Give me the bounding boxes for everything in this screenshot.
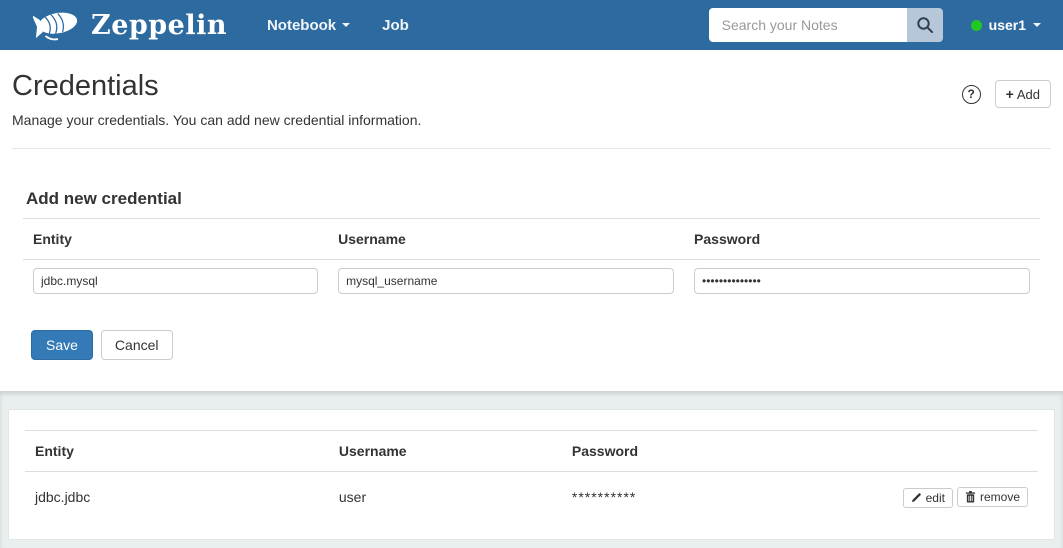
edit-button[interactable]: edit (903, 488, 953, 508)
user-name: user1 (989, 17, 1026, 33)
table-column-actions (846, 431, 1039, 472)
navbar-menu: Notebook Job (251, 3, 425, 48)
entity-field[interactable] (33, 268, 318, 294)
table-column-password: Password (562, 431, 846, 472)
page-subtitle: Manage your credentials. You can add new… (12, 112, 421, 128)
remove-button-label: remove (980, 490, 1020, 504)
edit-button-label: edit (926, 491, 945, 505)
navbar-right: user1 (709, 8, 1045, 42)
user-menu[interactable]: user1 (971, 17, 1041, 33)
page-header: Credentials Manage your credentials. You… (12, 62, 1051, 128)
search-group (709, 8, 943, 42)
remove-button[interactable]: remove (957, 487, 1028, 507)
table-row: jdbc.jdbc user ********** edit (25, 472, 1038, 523)
search-input[interactable] (709, 8, 907, 42)
plus-icon: + (1006, 86, 1014, 102)
header-divider (12, 148, 1051, 149)
help-icon[interactable]: ? (962, 85, 981, 104)
notebook-menu-label: Notebook (267, 17, 336, 34)
zeppelin-brand[interactable]: Zeppelin (33, 6, 227, 44)
form-table: Entity Username Password (23, 218, 1040, 302)
page-header-actions: ? + Add (962, 80, 1051, 108)
credentials-table: Entity Username Password jdbc.jdbc user … (25, 430, 1038, 523)
main-content: Credentials Manage your credentials. You… (0, 50, 1063, 360)
help-glyph: ? (968, 87, 975, 101)
form-column-entity: Entity (23, 219, 328, 260)
row-actions: edit (846, 472, 1039, 523)
row-password: ********** (562, 472, 846, 523)
brand-title: Zeppelin (91, 10, 227, 41)
search-icon (916, 16, 934, 34)
page-header-text: Credentials Manage your credentials. You… (12, 62, 421, 128)
table-column-entity: Entity (25, 431, 329, 472)
search-button[interactable] (907, 8, 943, 42)
password-field[interactable] (694, 268, 1030, 294)
form-column-username: Username (328, 219, 684, 260)
user-status-icon (971, 20, 982, 31)
job-menu-label: Job (382, 17, 409, 34)
form-column-password: Password (684, 219, 1040, 260)
add-credential-button[interactable]: + Add (995, 80, 1051, 108)
credentials-list-section: Entity Username Password jdbc.jdbc user … (0, 391, 1063, 548)
chevron-down-icon (342, 23, 350, 27)
menu-item-job[interactable]: Job (366, 3, 425, 48)
add-button-label: Add (1017, 87, 1040, 102)
form-input-row (23, 260, 1040, 303)
trash-icon (965, 491, 976, 503)
credentials-card: Entity Username Password jdbc.jdbc user … (8, 409, 1055, 540)
navbar: Zeppelin Notebook Job user1 (0, 0, 1063, 50)
pencil-icon (911, 492, 922, 503)
cancel-button[interactable]: Cancel (101, 330, 173, 360)
form-buttons: Save Cancel (31, 330, 1051, 360)
row-username: user (329, 472, 562, 523)
save-button[interactable]: Save (31, 330, 93, 360)
zeppelin-logo-icon (33, 6, 83, 44)
chevron-down-icon (1033, 23, 1041, 27)
row-entity: jdbc.jdbc (25, 472, 329, 523)
table-column-username: Username (329, 431, 562, 472)
page-title: Credentials (12, 70, 421, 103)
form-heading: Add new credential (26, 189, 1051, 209)
username-field[interactable] (338, 268, 674, 294)
add-credential-form: Add new credential Entity Username Passw… (12, 189, 1051, 360)
menu-item-notebook[interactable]: Notebook (251, 3, 366, 48)
